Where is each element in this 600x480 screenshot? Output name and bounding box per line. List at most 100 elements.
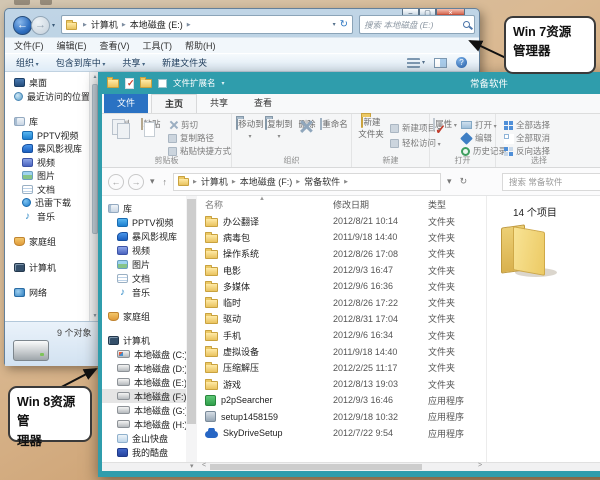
sidebar-item-storm[interactable]: 暴风影视库: [102, 229, 186, 243]
forward-button[interactable]: →: [128, 174, 144, 190]
sidebar-item-libraries[interactable]: 库: [5, 115, 89, 129]
new-folder-button[interactable]: 新建文件夹: [162, 56, 207, 69]
file-row[interactable]: 驱动2012/8/31 17:04文件夹: [197, 311, 486, 327]
sidebar-item-computer[interactable]: 计算机: [5, 261, 89, 275]
sidebar-item-drive-e[interactable]: 本地磁盘 (E:): [102, 375, 186, 389]
search-icon[interactable]: [463, 21, 470, 28]
sidebar-item-libraries[interactable]: 库: [102, 201, 186, 215]
sidebar-item-kupan[interactable]: 我的酷盘: [102, 445, 186, 459]
up-button[interactable]: ↑: [161, 177, 170, 187]
file-row[interactable]: setup14581592012/9/18 10:32应用程序: [197, 409, 486, 425]
sidebar-item-network[interactable]: 网络: [5, 286, 89, 300]
sidebar-scrollbar[interactable]: [186, 196, 197, 462]
address-field[interactable]: 计算机本地磁盘 (F:)常备软件: [173, 173, 441, 191]
sidebar-item-pictures[interactable]: 图片: [102, 257, 186, 271]
help-icon[interactable]: ?: [456, 57, 467, 68]
file-row[interactable]: 病毒包2011/9/18 14:40文件夹: [197, 229, 486, 245]
paste-button[interactable]: 粘贴: [138, 118, 164, 130]
breadcrumb-item[interactable]: 常备软件: [292, 175, 340, 188]
sidebar-item-drive-d[interactable]: 本地磁盘 (D:): [102, 361, 186, 375]
sidebar-item-computer[interactable]: 计算机: [102, 333, 186, 347]
copy-path-button[interactable]: 复制路径: [168, 132, 214, 144]
tab-file[interactable]: 文件: [104, 93, 148, 113]
menu-tools[interactable]: 工具(T): [143, 39, 173, 52]
file-row[interactable]: 游戏2012/8/13 19:03文件夹: [197, 376, 486, 392]
address-dropdown-icon[interactable]: ▾: [333, 21, 336, 28]
sidebar-item-pictures[interactable]: 图片: [5, 169, 89, 183]
file-row[interactable]: 多媒体2012/9/6 16:36文件夹: [197, 278, 486, 294]
sidebar-item-recent[interactable]: 最近访问的位置: [5, 90, 89, 104]
sidebar-item-drive-c[interactable]: 本地磁盘 (C:): [102, 347, 186, 361]
sidebar-item-drive-h[interactable]: 本地磁盘 (H:): [102, 417, 186, 431]
select-all-button[interactable]: 全部选择: [504, 119, 550, 131]
address-dropdown-icon[interactable]: ▾: [445, 176, 454, 187]
tab-view[interactable]: 查看: [241, 94, 285, 113]
folder-icon[interactable]: [107, 79, 119, 88]
sidebar-item-storm[interactable]: 暴风影视库: [5, 142, 89, 156]
refresh-icon[interactable]: ↻: [340, 20, 348, 30]
breadcrumb-item[interactable]: 本地磁盘 (E:): [118, 18, 183, 31]
sidebar-item-thunder[interactable]: 迅雷下载: [5, 196, 89, 210]
file-row[interactable]: 办公翻译2012/8/21 10:14文件夹: [197, 213, 486, 229]
back-button[interactable]: ←: [108, 174, 124, 190]
checkbox[interactable]: [158, 79, 167, 88]
horizontal-scrollbar[interactable]: ▾ < >: [102, 462, 600, 471]
select-none-button[interactable]: 全部取消: [504, 132, 550, 144]
sidebar-item-documents[interactable]: 文档: [102, 271, 186, 285]
address-bar[interactable]: 计算机本地磁盘 (E:) ▾ ↻: [61, 15, 353, 34]
file-row[interactable]: 临时2012/8/26 17:22文件夹: [197, 294, 486, 310]
file-row[interactable]: 虚拟设备2011/9/18 14:40文件夹: [197, 343, 486, 359]
chevron-down-icon[interactable]: ▾: [222, 80, 225, 87]
refresh-icon[interactable]: ↻: [458, 176, 470, 187]
menu-help[interactable]: 帮助(H): [185, 39, 216, 52]
include-in-library-button[interactable]: 包含到库中: [56, 56, 106, 69]
menu-file[interactable]: 文件(F): [14, 39, 44, 52]
copy-button[interactable]: 复制: [108, 118, 134, 130]
breadcrumb-item[interactable]: 计算机: [79, 18, 118, 31]
sidebar-item-documents[interactable]: 文档: [5, 183, 89, 197]
search-input[interactable]: 搜索 常备软件: [502, 173, 600, 191]
edit-button[interactable]: 编辑: [461, 132, 492, 144]
file-row[interactable]: 手机2012/9/6 16:34文件夹: [197, 327, 486, 343]
scroll-right-icon[interactable]: >: [478, 462, 482, 469]
copy-to-button[interactable]: 复制到: [265, 118, 293, 140]
sidebar-item-videos[interactable]: 视频: [102, 243, 186, 257]
sidebar-item-kuaipan[interactable]: 金山快盘: [102, 431, 186, 445]
organize-button[interactable]: 组织: [16, 56, 39, 69]
sidebar-item-pptv[interactable]: PPTV视频: [102, 215, 186, 229]
file-row[interactable]: p2pSearcher2012/9/3 16:46应用程序: [197, 392, 486, 408]
recent-pages-dropdown[interactable]: ▾: [148, 176, 157, 187]
open-button[interactable]: 打开: [461, 119, 497, 131]
preview-pane-icon[interactable]: [434, 58, 447, 68]
change-view-button[interactable]: ▾: [407, 58, 425, 68]
new-folder-button[interactable]: 新建 文件夹: [354, 116, 388, 140]
sidebar-item-drive-g[interactable]: 本地磁盘 (G:): [102, 403, 186, 417]
file-row[interactable]: 操作系统2012/8/26 17:08文件夹: [197, 246, 486, 262]
menu-edit[interactable]: 编辑(E): [57, 39, 87, 52]
menu-view[interactable]: 查看(V): [100, 39, 130, 52]
scroll-down-icon[interactable]: ▾: [190, 462, 194, 470]
sidebar-item-videos[interactable]: 视频: [5, 156, 89, 170]
breadcrumb-item[interactable]: 计算机: [189, 175, 228, 188]
recent-pages-dropdown[interactable]: ▾: [52, 22, 55, 29]
sidebar-item-homegroup[interactable]: 家庭组: [5, 235, 89, 249]
scroll-left-icon[interactable]: <: [202, 462, 206, 469]
search-input[interactable]: 搜索 本地磁盘 (E:): [359, 15, 475, 34]
column-header-date[interactable]: 修改日期: [327, 198, 423, 211]
new-folder-icon[interactable]: [140, 79, 152, 88]
back-button[interactable]: ←: [13, 16, 32, 35]
sidebar-item-music[interactable]: 音乐: [102, 285, 186, 299]
tab-share[interactable]: 共享: [197, 94, 241, 113]
cut-button[interactable]: 剪切: [168, 119, 198, 131]
forward-button[interactable]: →: [31, 16, 50, 35]
file-row[interactable]: 压缩解压2012/2/25 11:17文件夹: [197, 360, 486, 376]
properties-button[interactable]: 属性: [433, 118, 457, 130]
file-row[interactable]: 电影2012/9/3 16:47文件夹: [197, 262, 486, 278]
rename-button[interactable]: 重命名: [320, 118, 348, 130]
properties-check-icon[interactable]: [125, 78, 134, 89]
sidebar-item-music[interactable]: 音乐: [5, 210, 89, 224]
tab-home[interactable]: 主页: [151, 94, 197, 113]
move-to-button[interactable]: 移动到: [236, 118, 264, 140]
sidebar-item-desktop[interactable]: 桌面: [5, 76, 89, 90]
sidebar-item-pptv[interactable]: PPTV视频: [5, 129, 89, 143]
